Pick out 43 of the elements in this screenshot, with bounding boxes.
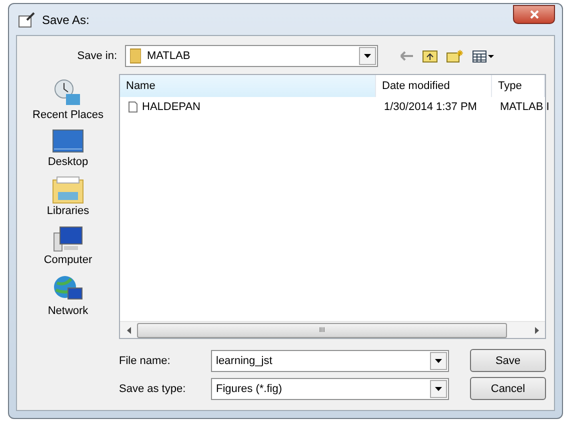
close-button[interactable] <box>513 5 555 24</box>
dropdown-button[interactable] <box>430 352 447 370</box>
file-date: 1/30/2014 1:37 PM <box>383 101 478 113</box>
column-header[interactable]: Name <box>120 75 376 97</box>
new-folder-icon <box>446 49 464 63</box>
libraries-icon <box>52 176 84 204</box>
file-name: HALDEPAN <box>142 101 200 113</box>
file-name-field[interactable]: learning_jst <box>211 350 449 372</box>
save-in-label: Save in: <box>76 50 117 62</box>
computer-icon <box>52 225 84 253</box>
save-in-dropdown[interactable]: MATLAB <box>125 45 378 67</box>
place-item[interactable]: Recent Places <box>32 78 104 121</box>
file-name-value: learning_jst <box>215 354 274 366</box>
view-menu-button[interactable] <box>472 50 494 62</box>
desktop-icon <box>52 129 84 155</box>
folder-icon <box>130 48 141 64</box>
place-item[interactable]: Computer <box>44 225 92 266</box>
place-item[interactable]: Libraries <box>46 176 90 217</box>
dropdown-button[interactable] <box>359 47 376 65</box>
up-folder-button[interactable] <box>422 49 438 63</box>
view-grid-icon <box>472 50 494 62</box>
save-as-type-label: Save as type: <box>119 382 187 394</box>
up-folder-icon <box>422 49 438 63</box>
place-item[interactable]: Desktop <box>48 129 88 168</box>
window-title: Save As: <box>42 12 90 26</box>
dropdown-button[interactable] <box>430 380 447 398</box>
save-as-type-dropdown[interactable]: Figures (*.fig) <box>211 378 449 400</box>
file-icon <box>128 101 138 113</box>
dropdown-arrow-icon <box>435 358 442 362</box>
file-name-label: File name: <box>119 354 172 366</box>
save-button[interactable]: Save <box>470 349 546 372</box>
save-dialog-icon <box>18 12 36 28</box>
left-arrow-icon <box>126 326 130 334</box>
close-icon <box>530 10 538 19</box>
right-arrow-icon <box>534 326 538 334</box>
new-folder-button[interactable] <box>446 49 464 63</box>
back-arrow-icon <box>400 51 414 61</box>
save-as-type-value: Figures (*.fig) <box>215 382 284 394</box>
place-item[interactable]: Network <box>48 274 88 317</box>
save-in-value: MATLAB <box>147 50 190 62</box>
cancel-button[interactable]: Cancel <box>470 377 546 400</box>
dropdown-arrow-icon <box>435 386 442 390</box>
dropdown-arrow-icon <box>364 54 371 58</box>
